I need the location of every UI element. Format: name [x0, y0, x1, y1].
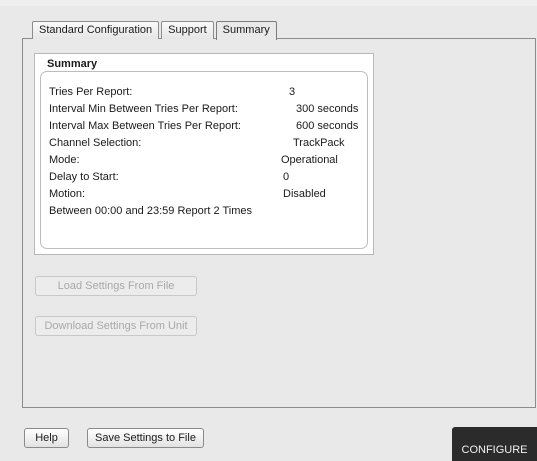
summary-row-value: Disabled — [283, 188, 326, 200]
summary-row: Tries Per Report: 3 — [49, 86, 369, 100]
summary-row-label: Mode: — [49, 154, 80, 166]
save-settings-button[interactable]: Save Settings to File — [87, 428, 204, 448]
help-button[interactable]: Help — [24, 428, 69, 448]
summary-row-value: 300 seconds — [296, 103, 359, 115]
configure-button[interactable]: CONFIGURE — [452, 427, 537, 461]
summary-row: Channel Selection: TrackPack — [49, 137, 369, 151]
summary-row-value: 600 seconds — [296, 120, 359, 132]
summary-row: Motion: Disabled — [49, 188, 369, 202]
summary-row-label: Interval Max Between Tries Per Report: — [49, 120, 241, 132]
tab-summary[interactable]: Summary — [215, 21, 277, 40]
download-settings-button[interactable]: Download Settings From Unit — [35, 316, 197, 336]
summary-row-label: Interval Min Between Tries Per Report: — [49, 103, 238, 115]
summary-row-value: 3 — [289, 86, 296, 98]
summary-title: Summary — [47, 58, 98, 70]
tab-standard-configuration[interactable]: Standard Configuration — [32, 21, 160, 39]
load-settings-button[interactable]: Load Settings From File — [35, 276, 197, 296]
summary-panel: Summary Tries Per Report: 3 Interval Min… — [34, 53, 374, 255]
summary-row-label: Delay to Start: — [49, 171, 119, 183]
summary-row: Interval Max Between Tries Per Report: 6… — [49, 120, 369, 134]
summary-row: Delay to Start: 0 — [49, 171, 369, 185]
summary-row-label: Motion: — [49, 188, 86, 200]
summary-row: Between 00:00 and 23:59 Report 2 Times — [49, 205, 369, 219]
summary-box: Tries Per Report: 3 Interval Min Between… — [40, 71, 368, 249]
summary-row-label: Channel Selection: — [49, 137, 142, 149]
summary-row: Mode: Operational — [49, 154, 369, 168]
top-strip — [0, 0, 537, 6]
tab-support[interactable]: Support — [161, 21, 214, 39]
summary-row-label: Between 00:00 and 23:59 Report 2 Times — [49, 205, 253, 217]
summary-row: Interval Min Between Tries Per Report: 3… — [49, 103, 369, 117]
summary-row-value: 0 — [283, 171, 290, 183]
summary-row-value: Operational — [281, 154, 338, 166]
tab-bar: Standard Configuration Support Summary — [32, 21, 279, 40]
summary-row-value: TrackPack — [293, 137, 345, 149]
summary-row-label: Tries Per Report: — [49, 86, 133, 98]
